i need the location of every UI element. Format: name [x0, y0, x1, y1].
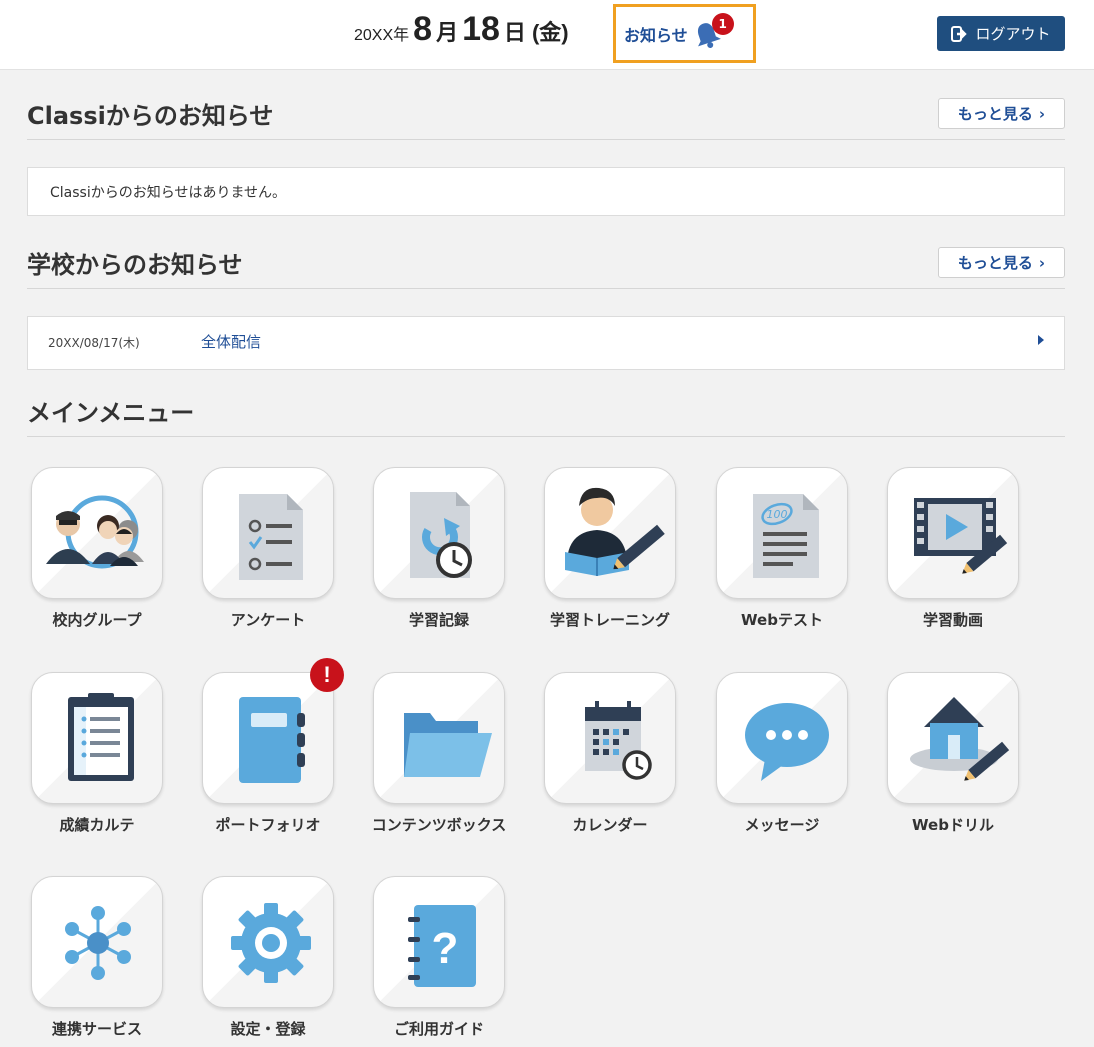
menu-item-survey[interactable]: アンケート [198, 467, 338, 637]
more-label: もっと見る [957, 105, 1033, 123]
svg-text:100: 100 [767, 508, 788, 521]
date-month: 8 [413, 10, 433, 48]
menu-item-label: メッセージ [744, 816, 820, 834]
school-news-header: 学校からのお知らせ もっと見る › [27, 245, 1065, 289]
study-video-icon [914, 498, 1008, 574]
menu-tile [31, 876, 163, 1008]
date-weekday: (金) [531, 20, 569, 45]
menu-item-label: アンケート [230, 611, 306, 629]
guide-icon: ? [408, 905, 476, 987]
date-day-unit: 日 [503, 20, 526, 45]
menu-item-label: Webドリル [912, 816, 994, 834]
menu-tile: ? [373, 876, 505, 1008]
logout-button[interactable]: ログアウト [937, 16, 1065, 51]
classi-news-title: Classiからのお知らせ [27, 102, 274, 130]
menu-tile [202, 876, 334, 1008]
classi-news-empty-message: Classiからのお知らせはありません。 [50, 185, 287, 201]
portfolio-icon [239, 697, 305, 783]
menu-item-school-group[interactable]: 校内グループ [27, 467, 167, 637]
menu-item-study-record[interactable]: 学習記録 [369, 467, 509, 637]
menu-tile [373, 467, 505, 599]
school-news-panel: 20XX/08/17(木) 全体配信 [27, 316, 1065, 370]
menu-item-study-training[interactable]: 学習トレーニング [540, 467, 680, 637]
menu-tile [887, 467, 1019, 599]
web-drill-icon [910, 697, 1010, 781]
linked-services-icon [65, 906, 131, 980]
menu-tile: 100 [716, 467, 848, 599]
menu-item-label: Webテスト [741, 611, 823, 629]
chevron-right-icon: › [1038, 253, 1046, 272]
menu-item-web-test[interactable]: 100 Webテスト [712, 467, 852, 637]
menu-tile [31, 467, 163, 599]
menu-item-study-video[interactable]: 学習動画 [883, 467, 1023, 637]
classi-news-header: Classiからのお知らせ もっと見る › [27, 96, 1065, 140]
menu-item-label: 校内グループ [52, 611, 142, 629]
notification-count-badge: 1 [711, 12, 734, 35]
grade-chart-icon [68, 693, 134, 781]
study-record-icon [410, 492, 472, 578]
menu-item-label: ご利用ガイド [393, 1020, 484, 1038]
bell-icon: 1 [692, 12, 734, 49]
menu-item-portfolio[interactable]: ! ポートフォリオ [198, 658, 344, 842]
menu-tile [202, 672, 334, 804]
notifications-label: お知らせ [624, 25, 688, 45]
menu-item-label: カレンダー [572, 816, 648, 834]
classi-news-panel: Classiからのお知らせはありません。 [27, 167, 1065, 216]
notice-date: 20XX/08/17(木) [48, 336, 140, 350]
top-header: 20XX年 8 月 18 日 (金) お知らせ 1 ログアウト [0, 0, 1094, 70]
alert-badge: ! [310, 658, 344, 692]
menu-item-label: 成績カルテ [59, 816, 135, 834]
menu-item-user-guide[interactable]: ? ご利用ガイド [369, 876, 509, 1046]
main-menu-title: メインメニュー [27, 399, 195, 427]
menu-tile [716, 672, 848, 804]
menu-item-message[interactable]: メッセージ [712, 672, 852, 842]
menu-item-linked-services[interactable]: 連携サービス [27, 876, 167, 1046]
more-label: もっと見る [957, 254, 1033, 272]
menu-item-label: 連携サービス [51, 1020, 142, 1038]
school-news-title: 学校からのお知らせ [27, 251, 243, 279]
arrow-right-icon [1038, 335, 1044, 345]
main-menu-header: メインメニュー [27, 393, 1065, 437]
menu-item-contents-box[interactable]: コンテンツボックス [369, 672, 509, 842]
calendar-icon [585, 701, 652, 780]
school-news-more-button[interactable]: もっと見る › [938, 247, 1065, 278]
menu-item-label: 学習記録 [408, 611, 469, 629]
menu-item-settings[interactable]: 設定・登録 [198, 876, 338, 1046]
menu-item-label: 学習動画 [922, 611, 983, 629]
menu-item-label: コンテンツボックス [371, 816, 507, 834]
menu-tile [544, 672, 676, 804]
study-training-icon [565, 487, 665, 576]
svg-text:?: ? [432, 924, 459, 973]
settings-icon [231, 903, 311, 983]
message-icon [745, 703, 829, 781]
group-icon [46, 495, 144, 569]
menu-item-label: ポートフォリオ [215, 816, 321, 834]
notice-title: 全体配信 [201, 333, 262, 351]
menu-tile [887, 672, 1019, 804]
chevron-right-icon: › [1038, 104, 1046, 123]
folder-icon [404, 713, 492, 777]
date-month-unit: 月 [436, 20, 459, 45]
menu-tile [373, 672, 505, 804]
survey-icon [239, 494, 303, 580]
menu-item-web-drill[interactable]: Webドリル [883, 672, 1023, 842]
menu-item-label: 学習トレーニング [549, 611, 670, 629]
classi-news-more-button[interactable]: もっと見る › [938, 98, 1065, 129]
list-item[interactable]: 20XX/08/17(木) 全体配信 [28, 317, 1064, 369]
date-year: 20XX年 [354, 27, 410, 44]
logout-label: ログアウト [975, 25, 1051, 43]
menu-tile [31, 672, 163, 804]
menu-tile [544, 467, 676, 599]
logout-icon [951, 25, 968, 42]
date-day: 18 [462, 10, 500, 48]
current-date: 20XX年 8 月 18 日 (金) [354, 10, 569, 58]
menu-item-label: 設定・登録 [230, 1020, 306, 1038]
notifications-button[interactable]: お知らせ 1 [613, 4, 756, 63]
menu-item-calendar[interactable]: カレンダー [540, 672, 680, 842]
menu-tile [202, 467, 334, 599]
menu-item-grade-chart[interactable]: 成績カルテ [27, 672, 167, 842]
web-test-icon: 100 [753, 494, 819, 578]
